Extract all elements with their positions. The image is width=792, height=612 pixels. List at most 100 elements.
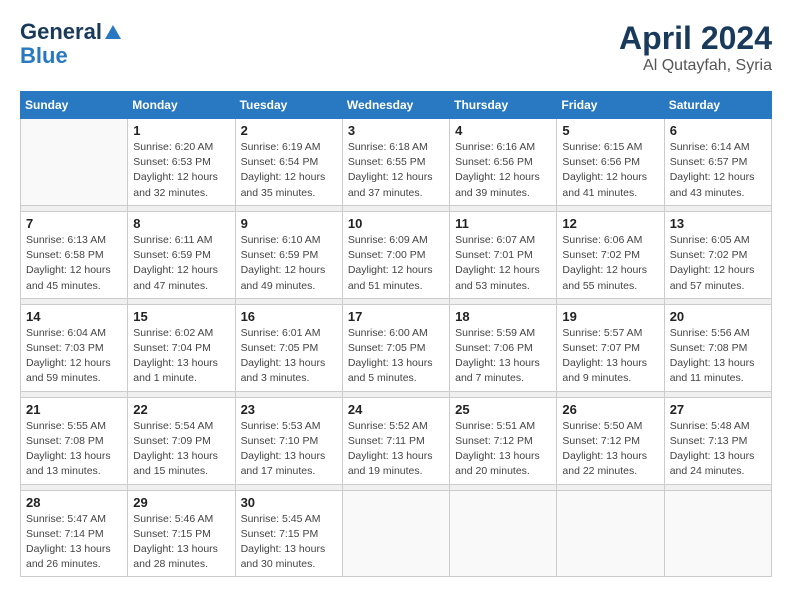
day-number: 12	[562, 216, 658, 231]
table-row: 12Sunrise: 6:06 AM Sunset: 7:02 PM Dayli…	[557, 211, 664, 298]
calendar-table: Sunday Monday Tuesday Wednesday Thursday…	[20, 91, 772, 577]
day-number: 14	[26, 309, 122, 324]
day-number: 23	[241, 402, 337, 417]
day-detail: Sunrise: 5:45 AM Sunset: 7:15 PM Dayligh…	[241, 512, 337, 573]
logo-general: General	[20, 20, 102, 44]
day-number: 28	[26, 495, 122, 510]
logo-blue: Blue	[20, 44, 68, 68]
col-sunday: Sunday	[21, 92, 128, 119]
day-detail: Sunrise: 6:20 AM Sunset: 6:53 PM Dayligh…	[133, 140, 229, 201]
day-number: 4	[455, 123, 551, 138]
day-detail: Sunrise: 6:09 AM Sunset: 7:00 PM Dayligh…	[348, 233, 444, 294]
day-number: 7	[26, 216, 122, 231]
table-row	[664, 490, 771, 577]
day-detail: Sunrise: 6:10 AM Sunset: 6:59 PM Dayligh…	[241, 233, 337, 294]
table-row: 20 Sunrise: 5:56 AM Sunset: 7:08 PM Dayli…	[664, 304, 771, 391]
day-detail: Sunrise: 5:47 AM Sunset: 7:14 PM Dayligh…	[26, 512, 122, 573]
day-detail: Sunrise: 5:54 AM Sunset: 7:09 PM Dayligh…	[133, 419, 229, 480]
day-number: 15	[133, 309, 229, 324]
table-row: 30 Sunrise: 5:45 AM Sunset: 7:15 PM Dayli…	[235, 490, 342, 577]
day-number: 9	[241, 216, 337, 231]
day-detail: Sunrise: 5:55 AM Sunset: 7:08 PM Dayligh…	[26, 419, 122, 480]
day-number: 20	[670, 309, 766, 324]
day-number: 24	[348, 402, 444, 417]
day-detail: Sunrise: 5:46 AM Sunset: 7:15 PM Dayligh…	[133, 512, 229, 573]
title-block: April 2024 Al Qutayfah, Syria	[619, 20, 772, 75]
day-number: 16	[241, 309, 337, 324]
page-header: General Blue April 2024 Al Qutayfah, Syr…	[20, 20, 772, 75]
day-number: 1	[133, 123, 229, 138]
table-row: 24 Sunrise: 5:52 AM Sunset: 7:11 PM Dayli…	[342, 397, 449, 484]
table-row: 21 Sunrise: 5:55 AM Sunset: 7:08 PM Dayli…	[21, 397, 128, 484]
day-number: 13	[670, 216, 766, 231]
day-number: 5	[562, 123, 658, 138]
day-number: 3	[348, 123, 444, 138]
day-number: 2	[241, 123, 337, 138]
day-detail: Sunrise: 6:00 AM Sunset: 7:05 PM Dayligh…	[348, 326, 444, 387]
calendar-week-row: 14 Sunrise: 6:04 AM Sunset: 7:03 PM Dayli…	[21, 304, 772, 391]
table-row	[450, 490, 557, 577]
calendar-week-row: 28 Sunrise: 5:47 AM Sunset: 7:14 PM Dayli…	[21, 490, 772, 577]
day-detail: Sunrise: 5:50 AM Sunset: 7:12 PM Dayligh…	[562, 419, 658, 480]
table-row: 28 Sunrise: 5:47 AM Sunset: 7:14 PM Dayli…	[21, 490, 128, 577]
day-detail: Sunrise: 6:18 AM Sunset: 6:55 PM Dayligh…	[348, 140, 444, 201]
day-detail: Sunrise: 6:15 AM Sunset: 6:56 PM Dayligh…	[562, 140, 658, 201]
table-row	[557, 490, 664, 577]
col-saturday: Saturday	[664, 92, 771, 119]
table-row: 2 Sunrise: 6:19 AM Sunset: 6:54 PM Daylig…	[235, 119, 342, 206]
logo-icon	[104, 23, 122, 41]
table-row: 22 Sunrise: 5:54 AM Sunset: 7:09 PM Dayli…	[128, 397, 235, 484]
col-wednesday: Wednesday	[342, 92, 449, 119]
day-number: 26	[562, 402, 658, 417]
day-detail: Sunrise: 6:13 AM Sunset: 6:58 PM Dayligh…	[26, 233, 122, 294]
day-detail: Sunrise: 5:53 AM Sunset: 7:10 PM Dayligh…	[241, 419, 337, 480]
table-row: 6Sunrise: 6:14 AM Sunset: 6:57 PM Daylig…	[664, 119, 771, 206]
day-number: 19	[562, 309, 658, 324]
calendar-week-row: 1 Sunrise: 6:20 AM Sunset: 6:53 PM Daylig…	[21, 119, 772, 206]
day-detail: Sunrise: 5:56 AM Sunset: 7:08 PM Dayligh…	[670, 326, 766, 387]
table-row: 15Sunrise: 6:02 AM Sunset: 7:04 PM Dayli…	[128, 304, 235, 391]
table-row: 23 Sunrise: 5:53 AM Sunset: 7:10 PM Dayli…	[235, 397, 342, 484]
table-row: 11 Sunrise: 6:07 AM Sunset: 7:01 PM Dayli…	[450, 211, 557, 298]
day-number: 17	[348, 309, 444, 324]
day-number: 21	[26, 402, 122, 417]
table-row: 5 Sunrise: 6:15 AM Sunset: 6:56 PM Daylig…	[557, 119, 664, 206]
table-row: 17 Sunrise: 6:00 AM Sunset: 7:05 PM Dayli…	[342, 304, 449, 391]
table-row: 18Sunrise: 5:59 AM Sunset: 7:06 PM Dayli…	[450, 304, 557, 391]
day-detail: Sunrise: 5:52 AM Sunset: 7:11 PM Dayligh…	[348, 419, 444, 480]
table-row: 9 Sunrise: 6:10 AM Sunset: 6:59 PM Daylig…	[235, 211, 342, 298]
table-row	[21, 119, 128, 206]
day-number: 10	[348, 216, 444, 231]
logo: General Blue	[20, 20, 122, 68]
day-detail: Sunrise: 6:01 AM Sunset: 7:05 PM Dayligh…	[241, 326, 337, 387]
table-row	[342, 490, 449, 577]
calendar-title: April 2024	[619, 20, 772, 57]
calendar-location: Al Qutayfah, Syria	[619, 57, 772, 75]
day-detail: Sunrise: 6:11 AM Sunset: 6:59 PM Dayligh…	[133, 233, 229, 294]
table-row: 3 Sunrise: 6:18 AM Sunset: 6:55 PM Daylig…	[342, 119, 449, 206]
table-row: 4Sunrise: 6:16 AM Sunset: 6:56 PM Daylig…	[450, 119, 557, 206]
day-detail: Sunrise: 5:57 AM Sunset: 7:07 PM Dayligh…	[562, 326, 658, 387]
table-row: 29Sunrise: 5:46 AM Sunset: 7:15 PM Dayli…	[128, 490, 235, 577]
table-row: 25 Sunrise: 5:51 AM Sunset: 7:12 PM Dayli…	[450, 397, 557, 484]
table-row: 26 Sunrise: 5:50 AM Sunset: 7:12 PM Dayli…	[557, 397, 664, 484]
table-row: 14 Sunrise: 6:04 AM Sunset: 7:03 PM Dayli…	[21, 304, 128, 391]
day-number: 30	[241, 495, 337, 510]
day-detail: Sunrise: 6:07 AM Sunset: 7:01 PM Dayligh…	[455, 233, 551, 294]
day-number: 6	[670, 123, 766, 138]
day-detail: Sunrise: 5:48 AM Sunset: 7:13 PM Dayligh…	[670, 419, 766, 480]
day-detail: Sunrise: 6:19 AM Sunset: 6:54 PM Dayligh…	[241, 140, 337, 201]
table-row: 1 Sunrise: 6:20 AM Sunset: 6:53 PM Daylig…	[128, 119, 235, 206]
day-number: 22	[133, 402, 229, 417]
col-thursday: Thursday	[450, 92, 557, 119]
table-row: 13Sunrise: 6:05 AM Sunset: 7:02 PM Dayli…	[664, 211, 771, 298]
col-monday: Monday	[128, 92, 235, 119]
table-row: 16 Sunrise: 6:01 AM Sunset: 7:05 PM Dayli…	[235, 304, 342, 391]
col-friday: Friday	[557, 92, 664, 119]
col-tuesday: Tuesday	[235, 92, 342, 119]
day-number: 25	[455, 402, 551, 417]
day-number: 11	[455, 216, 551, 231]
day-detail: Sunrise: 6:04 AM Sunset: 7:03 PM Dayligh…	[26, 326, 122, 387]
day-detail: Sunrise: 5:51 AM Sunset: 7:12 PM Dayligh…	[455, 419, 551, 480]
table-row: 27Sunrise: 5:48 AM Sunset: 7:13 PM Dayli…	[664, 397, 771, 484]
